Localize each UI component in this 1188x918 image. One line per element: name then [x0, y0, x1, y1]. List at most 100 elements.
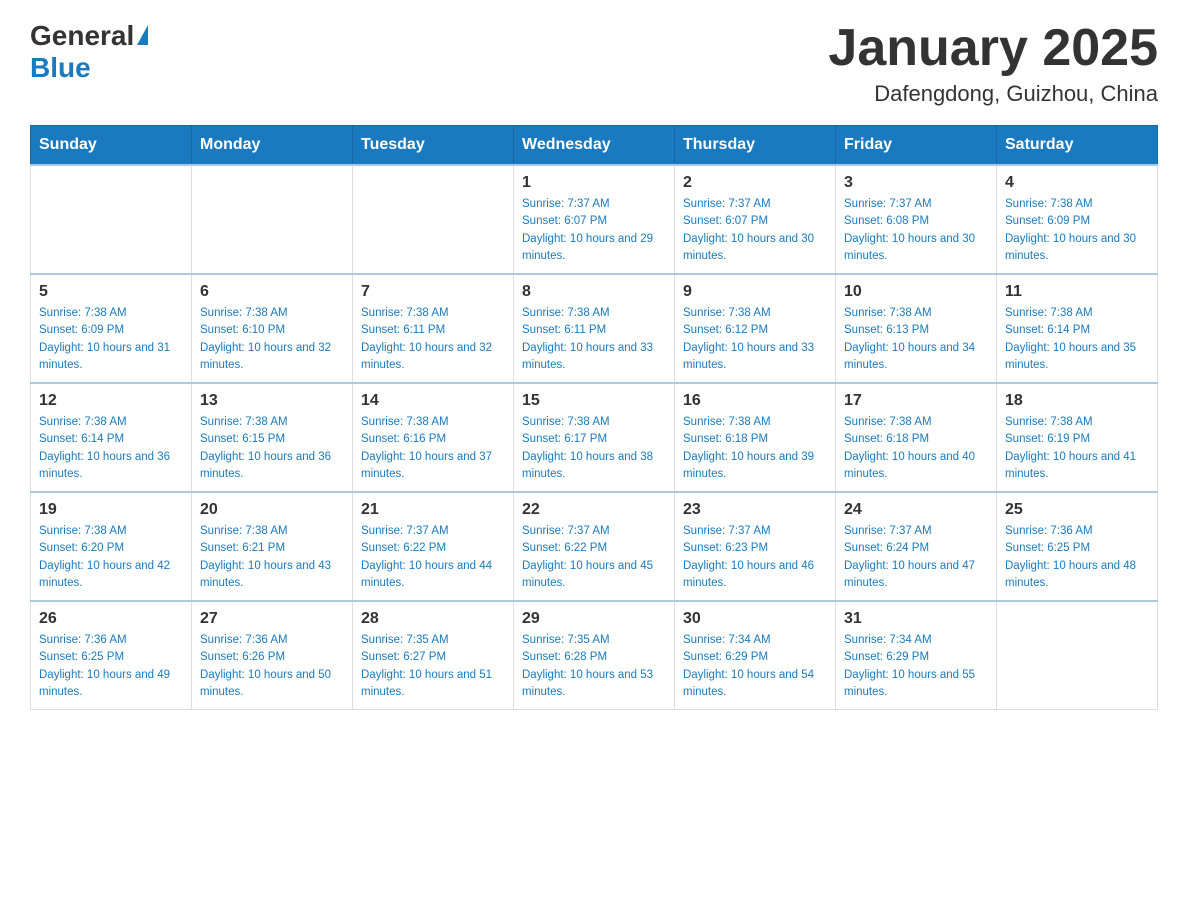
day-cell: 20 Sunrise: 7:38 AMSunset: 6:21 PMDayligh… — [192, 492, 353, 601]
day-cell — [31, 165, 192, 274]
day-cell: 24 Sunrise: 7:37 AMSunset: 6:24 PMDayligh… — [836, 492, 997, 601]
day-cell: 11 Sunrise: 7:38 AMSunset: 6:14 PMDayligh… — [997, 274, 1158, 383]
day-number: 12 — [39, 392, 183, 410]
week-row-3: 12 Sunrise: 7:38 AMSunset: 6:14 PMDayligh… — [31, 383, 1158, 492]
day-info: Sunrise: 7:38 AMSunset: 6:09 PMDaylight:… — [1005, 196, 1149, 265]
day-number: 21 — [361, 501, 505, 519]
day-cell: 4 Sunrise: 7:38 AMSunset: 6:09 PMDaylight… — [997, 165, 1158, 274]
day-number: 19 — [39, 501, 183, 519]
logo: General Blue — [30, 20, 148, 84]
day-number: 23 — [683, 501, 827, 519]
day-info: Sunrise: 7:35 AMSunset: 6:28 PMDaylight:… — [522, 632, 666, 701]
day-info: Sunrise: 7:38 AMSunset: 6:10 PMDaylight:… — [200, 305, 344, 374]
day-info: Sunrise: 7:37 AMSunset: 6:07 PMDaylight:… — [683, 196, 827, 265]
day-info: Sunrise: 7:36 AMSunset: 6:26 PMDaylight:… — [200, 632, 344, 701]
day-number: 1 — [522, 174, 666, 192]
header-sunday: Sunday — [31, 126, 192, 166]
day-number: 4 — [1005, 174, 1149, 192]
day-cell: 23 Sunrise: 7:37 AMSunset: 6:23 PMDayligh… — [675, 492, 836, 601]
day-number: 8 — [522, 283, 666, 301]
day-info: Sunrise: 7:38 AMSunset: 6:14 PMDaylight:… — [1005, 305, 1149, 374]
day-number: 3 — [844, 174, 988, 192]
day-number: 13 — [200, 392, 344, 410]
day-number: 22 — [522, 501, 666, 519]
week-row-2: 5 Sunrise: 7:38 AMSunset: 6:09 PMDaylight… — [31, 274, 1158, 383]
day-info: Sunrise: 7:38 AMSunset: 6:09 PMDaylight:… — [39, 305, 183, 374]
header-saturday: Saturday — [997, 126, 1158, 166]
day-cell: 13 Sunrise: 7:38 AMSunset: 6:15 PMDayligh… — [192, 383, 353, 492]
day-number: 24 — [844, 501, 988, 519]
day-info: Sunrise: 7:34 AMSunset: 6:29 PMDaylight:… — [683, 632, 827, 701]
week-row-1: 1 Sunrise: 7:37 AMSunset: 6:07 PMDaylight… — [31, 165, 1158, 274]
day-cell — [997, 601, 1158, 710]
day-info: Sunrise: 7:37 AMSunset: 6:24 PMDaylight:… — [844, 523, 988, 592]
day-info: Sunrise: 7:38 AMSunset: 6:16 PMDaylight:… — [361, 414, 505, 483]
day-cell: 21 Sunrise: 7:37 AMSunset: 6:22 PMDayligh… — [353, 492, 514, 601]
day-number: 5 — [39, 283, 183, 301]
day-number: 16 — [683, 392, 827, 410]
header-monday: Monday — [192, 126, 353, 166]
day-number: 31 — [844, 610, 988, 628]
day-cell: 28 Sunrise: 7:35 AMSunset: 6:27 PMDayligh… — [353, 601, 514, 710]
day-info: Sunrise: 7:38 AMSunset: 6:14 PMDaylight:… — [39, 414, 183, 483]
day-cell: 29 Sunrise: 7:35 AMSunset: 6:28 PMDayligh… — [514, 601, 675, 710]
day-info: Sunrise: 7:37 AMSunset: 6:07 PMDaylight:… — [522, 196, 666, 265]
calendar-subtitle: Dafengdong, Guizhou, China — [828, 81, 1158, 107]
day-cell: 16 Sunrise: 7:38 AMSunset: 6:18 PMDayligh… — [675, 383, 836, 492]
day-cell: 5 Sunrise: 7:38 AMSunset: 6:09 PMDaylight… — [31, 274, 192, 383]
day-cell: 31 Sunrise: 7:34 AMSunset: 6:29 PMDayligh… — [836, 601, 997, 710]
day-cell: 19 Sunrise: 7:38 AMSunset: 6:20 PMDayligh… — [31, 492, 192, 601]
day-cell: 26Sunrise: 7:36 AMSunset: 6:25 PMDayligh… — [31, 601, 192, 710]
day-cell: 17 Sunrise: 7:38 AMSunset: 6:18 PMDayligh… — [836, 383, 997, 492]
header-tuesday: Tuesday — [353, 126, 514, 166]
day-info: Sunrise: 7:38 AMSunset: 6:15 PMDaylight:… — [200, 414, 344, 483]
day-info: Sunrise: 7:34 AMSunset: 6:29 PMDaylight:… — [844, 632, 988, 701]
day-number: 6 — [200, 283, 344, 301]
week-row-4: 19 Sunrise: 7:38 AMSunset: 6:20 PMDayligh… — [31, 492, 1158, 601]
day-info: Sunrise: 7:36 AMSunset: 6:25 PMDaylight:… — [1005, 523, 1149, 592]
day-info: Sunrise: 7:38 AMSunset: 6:18 PMDaylight:… — [844, 414, 988, 483]
day-info: Sunrise: 7:38 AMSunset: 6:18 PMDaylight:… — [683, 414, 827, 483]
day-info: Sunrise: 7:38 AMSunset: 6:11 PMDaylight:… — [522, 305, 666, 374]
day-cell: 2 Sunrise: 7:37 AMSunset: 6:07 PMDaylight… — [675, 165, 836, 274]
day-info: Sunrise: 7:37 AMSunset: 6:22 PMDaylight:… — [522, 523, 666, 592]
day-info: Sunrise: 7:38 AMSunset: 6:20 PMDaylight:… — [39, 523, 183, 592]
day-number: 9 — [683, 283, 827, 301]
day-number: 11 — [1005, 283, 1149, 301]
day-cell: 27Sunrise: 7:36 AMSunset: 6:26 PMDayligh… — [192, 601, 353, 710]
day-cell: 3 Sunrise: 7:37 AMSunset: 6:08 PMDaylight… — [836, 165, 997, 274]
day-info: Sunrise: 7:38 AMSunset: 6:12 PMDaylight:… — [683, 305, 827, 374]
day-cell: 14Sunrise: 7:38 AMSunset: 6:16 PMDayligh… — [353, 383, 514, 492]
day-info: Sunrise: 7:35 AMSunset: 6:27 PMDaylight:… — [361, 632, 505, 701]
day-cell: 15Sunrise: 7:38 AMSunset: 6:17 PMDayligh… — [514, 383, 675, 492]
day-info: Sunrise: 7:37 AMSunset: 6:22 PMDaylight:… — [361, 523, 505, 592]
day-info: Sunrise: 7:37 AMSunset: 6:23 PMDaylight:… — [683, 523, 827, 592]
day-number: 10 — [844, 283, 988, 301]
day-number: 28 — [361, 610, 505, 628]
day-number: 26 — [39, 610, 183, 628]
logo-triangle-icon — [137, 25, 148, 45]
day-cell: 25Sunrise: 7:36 AMSunset: 6:25 PMDayligh… — [997, 492, 1158, 601]
day-info: Sunrise: 7:38 AMSunset: 6:19 PMDaylight:… — [1005, 414, 1149, 483]
day-info: Sunrise: 7:38 AMSunset: 6:21 PMDaylight:… — [200, 523, 344, 592]
header-wednesday: Wednesday — [514, 126, 675, 166]
day-number: 18 — [1005, 392, 1149, 410]
day-cell: 12 Sunrise: 7:38 AMSunset: 6:14 PMDayligh… — [31, 383, 192, 492]
week-row-5: 26Sunrise: 7:36 AMSunset: 6:25 PMDayligh… — [31, 601, 1158, 710]
day-number: 17 — [844, 392, 988, 410]
day-info: Sunrise: 7:37 AMSunset: 6:08 PMDaylight:… — [844, 196, 988, 265]
day-cell: 30Sunrise: 7:34 AMSunset: 6:29 PMDayligh… — [675, 601, 836, 710]
day-cell: 6 Sunrise: 7:38 AMSunset: 6:10 PMDaylight… — [192, 274, 353, 383]
day-cell: 10Sunrise: 7:38 AMSunset: 6:13 PMDayligh… — [836, 274, 997, 383]
header-row: SundayMondayTuesdayWednesdayThursdayFrid… — [31, 126, 1158, 166]
logo-general-text: General — [30, 20, 134, 52]
day-cell: 22 Sunrise: 7:37 AMSunset: 6:22 PMDayligh… — [514, 492, 675, 601]
day-number: 29 — [522, 610, 666, 628]
logo-blue-text: Blue — [30, 52, 91, 84]
day-cell: 1 Sunrise: 7:37 AMSunset: 6:07 PMDaylight… — [514, 165, 675, 274]
calendar-table: SundayMondayTuesdayWednesdayThursdayFrid… — [30, 125, 1158, 710]
calendar-title: January 2025 — [828, 20, 1158, 77]
day-number: 2 — [683, 174, 827, 192]
day-number: 20 — [200, 501, 344, 519]
page-header: General Blue January 2025 Dafengdong, Gu… — [30, 20, 1158, 107]
